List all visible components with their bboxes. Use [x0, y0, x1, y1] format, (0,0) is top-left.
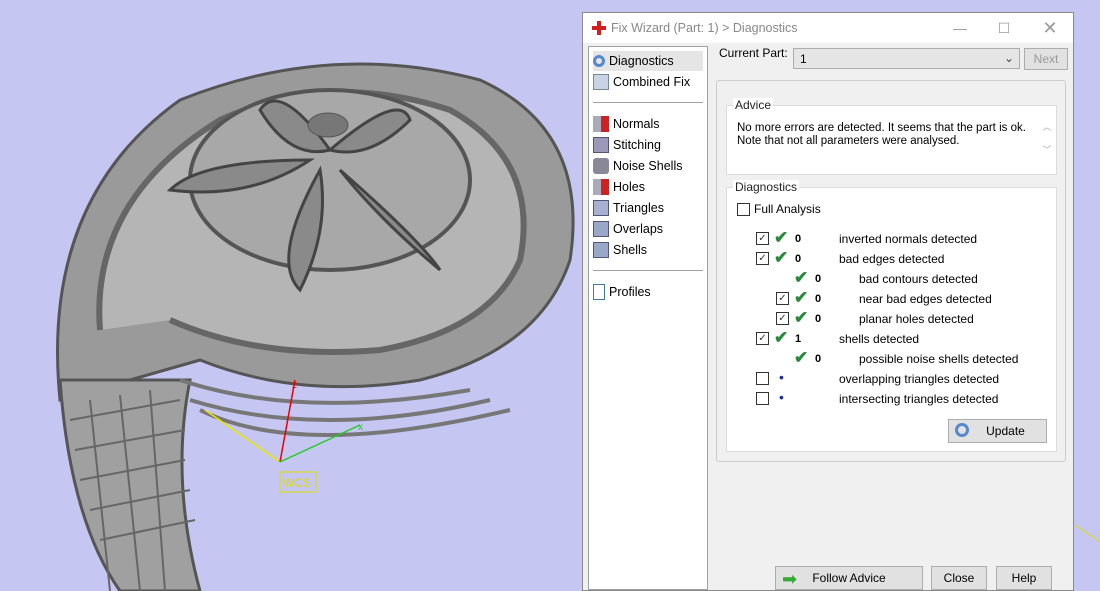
advice-text: No more errors are detected. It seems th… [737, 122, 1026, 147]
diagnostic-checkbox[interactable] [756, 372, 769, 385]
follow-advice-button[interactable]: ➡ Follow Advice [775, 566, 923, 590]
shells-icon [593, 242, 609, 258]
check-icon: ✔ [794, 288, 809, 307]
current-part-label: Current Part: [719, 46, 788, 60]
diagnostic-text: bad edges detected [839, 252, 945, 266]
current-part-select[interactable]: 1 ⌄ [793, 48, 1020, 69]
diagnostic-checkbox[interactable]: ✓ [756, 252, 769, 265]
axis-z-label: z [292, 380, 297, 391]
nav-item-triangles[interactable]: Triangles [593, 198, 703, 218]
nav-item-profiles[interactable]: Profiles [593, 282, 703, 302]
profiles-icon [593, 284, 605, 300]
nav-item-shells[interactable]: Shells [593, 240, 703, 260]
pending-dot-icon: • [779, 389, 784, 405]
update-button[interactable]: Update [948, 419, 1047, 443]
normals-icon [593, 116, 609, 132]
holes-icon [593, 179, 609, 195]
content-panel: Advice No more errors are detected. It s… [716, 80, 1066, 462]
wizard-nav: Diagnostics Combined Fix Normals Stitchi… [588, 46, 708, 590]
diagnostic-row: ✓ ✔ 0 bad edges detected [727, 248, 1056, 271]
diagnostic-count: 0 [815, 273, 822, 285]
help-button[interactable]: Help [996, 566, 1052, 590]
chevron-down-icon: ⌄ [1003, 51, 1014, 65]
nav-divider [593, 270, 703, 271]
nav-item-combined-fix[interactable]: Combined Fix [593, 72, 703, 92]
dialog-title: Fix Wizard (Part: 1) > Diagnostics [611, 21, 798, 35]
diagnostic-row: ✓ ✔ 1 shells detected [727, 328, 1056, 351]
pending-dot-icon: • [779, 369, 784, 385]
red-cross-icon [592, 21, 606, 35]
axis-x-label: x [358, 422, 363, 433]
magnifier-icon [593, 55, 605, 67]
diagnostic-checkbox[interactable]: ✓ [776, 292, 789, 305]
diagnostic-row: ✔ 0 bad contours detected [727, 268, 1056, 291]
axis-fragment [1074, 524, 1100, 543]
diagnostic-count: 0 [795, 233, 802, 245]
check-icon: ✔ [794, 308, 809, 327]
next-button[interactable]: Next [1024, 48, 1068, 70]
diagnostic-text: inverted normals detected [839, 232, 978, 246]
diagnostics-group: Diagnostics Full Analysis ✓ ✔ 0 inverted no… [726, 180, 1057, 452]
diagnostic-checkbox[interactable]: ✓ [756, 332, 769, 345]
advice-label: Advice [733, 98, 774, 112]
diagnostic-count: 0 [815, 293, 822, 305]
diagnostic-count: 0 [815, 313, 822, 325]
nav-item-overlaps[interactable]: Overlaps [593, 219, 703, 239]
combined-fix-icon [593, 74, 609, 90]
diagnostic-text: planar holes detected [859, 312, 974, 326]
minimize-button[interactable]: — [945, 17, 975, 39]
green-arrow-icon: ➡ [782, 569, 798, 589]
check-icon: ✔ [794, 268, 809, 287]
nav-divider [593, 102, 703, 103]
diagnostic-count: 0 [795, 253, 802, 265]
noise-shells-icon [593, 158, 609, 174]
title-bar[interactable]: Fix Wizard (Part: 1) > Diagnostics — ☐ ✕ [583, 13, 1073, 43]
triangles-icon [593, 200, 609, 216]
overlaps-icon [593, 221, 609, 237]
diagnostic-text: bad contours detected [859, 272, 978, 286]
nav-item-noise-shells[interactable]: Noise Shells [593, 156, 703, 176]
diagnostic-text: near bad edges detected [859, 292, 992, 306]
diagnostic-row: • intersecting triangles detected [727, 389, 1056, 411]
advice-scrollbar[interactable]: ︿ ﹀ [1040, 120, 1054, 164]
check-icon: ✔ [794, 348, 809, 367]
maximize-button[interactable]: ☐ [989, 17, 1019, 39]
ring-model [56, 62, 575, 591]
diagnostic-count: 0 [815, 353, 822, 365]
diagnostic-checkbox[interactable]: ✓ [756, 232, 769, 245]
nav-item-diagnostics[interactable]: Diagnostics [593, 51, 703, 71]
check-icon: ✔ [774, 248, 789, 267]
check-icon: ✔ [774, 228, 789, 247]
diagnostic-row: ✓ ✔ 0 near bad edges detected [727, 288, 1056, 311]
fix-wizard-dialog: Fix Wizard (Part: 1) > Diagnostics — ☐ ✕… [582, 12, 1074, 591]
diagnostic-row: ✔ 0 possible noise shells detected [727, 348, 1056, 371]
diagnostic-text: intersecting triangles detected [839, 392, 999, 406]
full-analysis-checkbox[interactable]: Full Analysis [737, 202, 821, 216]
diagnostic-count: 1 [795, 333, 802, 345]
nav-item-normals[interactable]: Normals [593, 114, 703, 134]
check-icon: ✔ [774, 328, 789, 347]
advice-group: Advice No more errors are detected. It s… [726, 98, 1057, 175]
stitching-icon [593, 137, 609, 153]
diagnostics-label: Diagnostics [733, 180, 800, 194]
close-button[interactable]: Close [931, 566, 987, 590]
nav-item-holes[interactable]: Holes [593, 177, 703, 197]
diagnostic-text: overlapping triangles detected [839, 372, 1000, 386]
wcs-label: WCS [283, 476, 311, 490]
diagnostic-text: shells detected [839, 332, 920, 346]
magnifier-icon [955, 423, 969, 437]
diagnostic-row: • overlapping triangles detected [727, 369, 1056, 391]
diagnostic-text: possible noise shells detected [859, 352, 1019, 366]
nav-item-stitching[interactable]: Stitching [593, 135, 703, 155]
close-window-button[interactable]: ✕ [1035, 17, 1065, 39]
diagnostic-checkbox[interactable]: ✓ [776, 312, 789, 325]
diagnostic-checkbox[interactable] [756, 392, 769, 405]
